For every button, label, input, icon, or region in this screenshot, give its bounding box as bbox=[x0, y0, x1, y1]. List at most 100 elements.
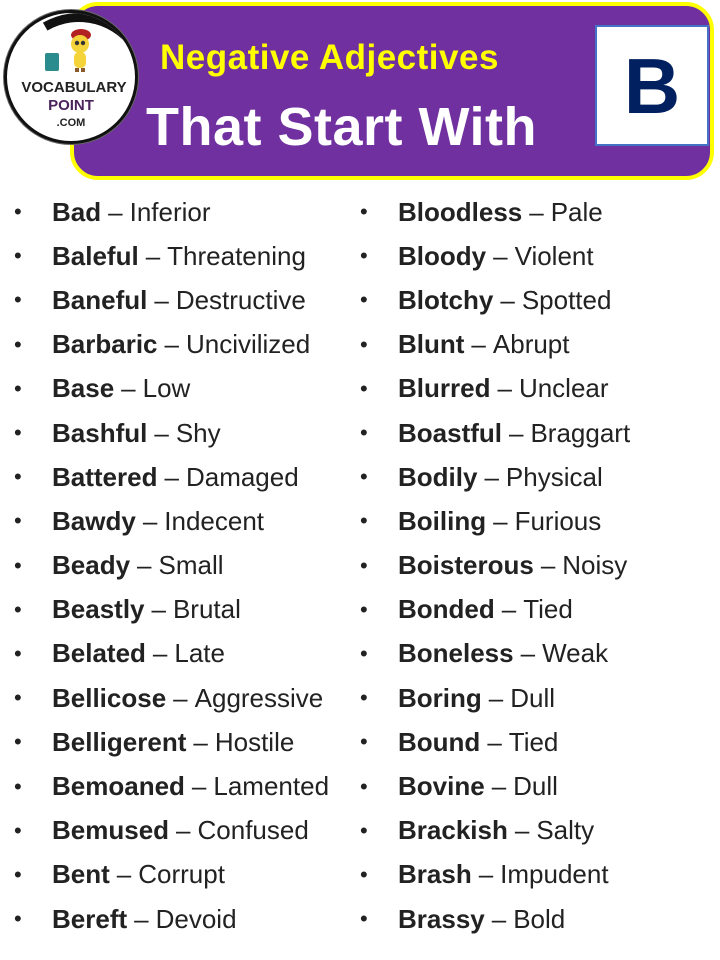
adjective-word: Blunt bbox=[398, 329, 465, 360]
bullet-icon: • bbox=[360, 287, 368, 313]
dash-separator: – bbox=[484, 461, 499, 492]
adjective-word: Bellicose bbox=[52, 682, 167, 713]
dash-separator: – bbox=[134, 903, 149, 934]
bullet-icon: • bbox=[14, 596, 22, 622]
dash-separator: – bbox=[154, 284, 169, 315]
adjective-meaning: Salty bbox=[536, 815, 595, 846]
bullet-icon: • bbox=[360, 199, 368, 225]
adjective-word: Boring bbox=[398, 682, 482, 713]
adjective-word: Bent bbox=[52, 859, 110, 890]
adjective-word: Bovine bbox=[398, 771, 485, 802]
dash-separator: – bbox=[500, 284, 515, 315]
list-item: • Bloody – Violent bbox=[360, 234, 630, 278]
bullet-icon: • bbox=[14, 508, 22, 534]
adjective-meaning: Brutal bbox=[172, 594, 241, 625]
dash-separator: – bbox=[151, 594, 166, 625]
adjective-meaning: Shy bbox=[175, 417, 221, 448]
right-word-list: • Bloodless – Pale • Bloody – Violent • Blotchy – S… bbox=[360, 190, 630, 941]
bullet-icon: • bbox=[14, 773, 22, 799]
bullet-icon: • bbox=[14, 375, 22, 401]
bullet-icon: • bbox=[14, 817, 22, 843]
letter: B bbox=[623, 41, 681, 130]
list-item: • Baleful – Threatening bbox=[14, 234, 329, 278]
dash-separator: – bbox=[491, 771, 507, 802]
bullet-icon: • bbox=[360, 375, 368, 401]
adjective-meaning: Indecent bbox=[164, 505, 265, 536]
bullet-icon: • bbox=[360, 464, 368, 490]
bullet-icon: • bbox=[360, 817, 368, 843]
list-item: • Belligerent – Hostile bbox=[14, 720, 329, 764]
adjective-word: Baneful bbox=[52, 284, 148, 315]
dash-separator: – bbox=[487, 726, 502, 757]
dash-separator: – bbox=[478, 859, 494, 890]
list-item: • Baneful – Destructive bbox=[14, 278, 329, 322]
adjective-meaning: Tied bbox=[523, 594, 573, 625]
bullet-icon: • bbox=[360, 773, 368, 799]
adjective-meaning: Tied bbox=[508, 726, 559, 757]
bullet-icon: • bbox=[360, 685, 368, 711]
adjective-word: Battered bbox=[52, 461, 158, 492]
list-item: • Bonded – Tied bbox=[360, 588, 630, 632]
bullet-icon: • bbox=[14, 287, 22, 313]
adjective-meaning: Pale bbox=[550, 196, 603, 227]
logo-text-com: .COM bbox=[56, 117, 86, 129]
adjective-word: Beastly bbox=[52, 594, 145, 625]
dash-separator: – bbox=[108, 196, 123, 227]
list-item: • Bemoaned – Lamented bbox=[14, 764, 329, 808]
list-item: • Beastly – Brutal bbox=[14, 588, 329, 632]
adjective-word: Bound bbox=[398, 726, 481, 757]
list-item: • Bovine – Dull bbox=[360, 764, 630, 808]
dash-separator: – bbox=[116, 859, 132, 890]
letter-box: B bbox=[595, 25, 709, 146]
adjective-word: Bad bbox=[52, 196, 102, 227]
adjective-word: Bemoaned bbox=[52, 771, 185, 802]
title-line-1: Negative Adjectives bbox=[160, 38, 499, 77]
list-item: • Blunt – Abrupt bbox=[360, 323, 630, 367]
adjective-meaning: Inferior bbox=[129, 196, 211, 227]
adjective-word: Boneless bbox=[398, 638, 514, 669]
dash-separator: – bbox=[488, 682, 504, 713]
adjective-word: Bonded bbox=[398, 594, 495, 625]
adjective-word: Boastful bbox=[398, 417, 502, 448]
dash-separator: – bbox=[497, 373, 512, 404]
list-item: • Boneless – Weak bbox=[360, 632, 630, 676]
dash-separator: – bbox=[520, 638, 536, 669]
list-item: • Bawdy – Indecent bbox=[14, 499, 329, 543]
adjective-word: Barbaric bbox=[52, 329, 158, 360]
dash-separator: – bbox=[529, 196, 544, 227]
list-item: • Brassy – Bold bbox=[360, 897, 630, 941]
adjective-meaning: Lamented bbox=[213, 771, 330, 802]
list-item: • Brash – Impudent bbox=[360, 853, 630, 897]
bullet-icon: • bbox=[14, 331, 22, 357]
adjective-word: Bodily bbox=[398, 461, 478, 492]
adjective-meaning: Impudent bbox=[500, 859, 609, 890]
dash-separator: – bbox=[173, 682, 188, 713]
dash-separator: – bbox=[164, 461, 179, 492]
bullet-icon: • bbox=[14, 729, 22, 755]
adjective-meaning: Furious bbox=[514, 505, 602, 536]
adjective-word: Belated bbox=[52, 638, 146, 669]
bullet-icon: • bbox=[14, 243, 22, 269]
adjective-word: Bloody bbox=[398, 240, 487, 271]
vocabulary-point-logo: VOCABULARY POINT .COM bbox=[4, 10, 138, 144]
list-item: • Blurred – Unclear bbox=[360, 367, 630, 411]
adjective-meaning: Dull bbox=[510, 682, 556, 713]
dash-separator: – bbox=[164, 329, 179, 360]
adjective-word: Beady bbox=[52, 550, 131, 581]
list-item: • Beady – Small bbox=[14, 544, 329, 588]
dash-separator: – bbox=[191, 771, 207, 802]
adjective-word: Base bbox=[52, 373, 115, 404]
adjective-meaning: Threatening bbox=[167, 240, 306, 271]
mascot-icon bbox=[71, 29, 91, 72]
adjective-meaning: Destructive bbox=[175, 284, 306, 315]
adjective-meaning: Braggart bbox=[530, 417, 631, 448]
bullet-icon: • bbox=[360, 552, 368, 578]
adjective-meaning: Small bbox=[158, 550, 224, 581]
adjective-meaning: Devoid bbox=[155, 903, 237, 934]
adjective-meaning: Late bbox=[174, 638, 225, 669]
dash-separator: – bbox=[145, 240, 161, 271]
dash-separator: – bbox=[152, 638, 168, 669]
list-item: • Battered – Damaged bbox=[14, 455, 329, 499]
book-icon bbox=[45, 53, 59, 71]
adjective-word: Belligerent bbox=[52, 726, 187, 757]
